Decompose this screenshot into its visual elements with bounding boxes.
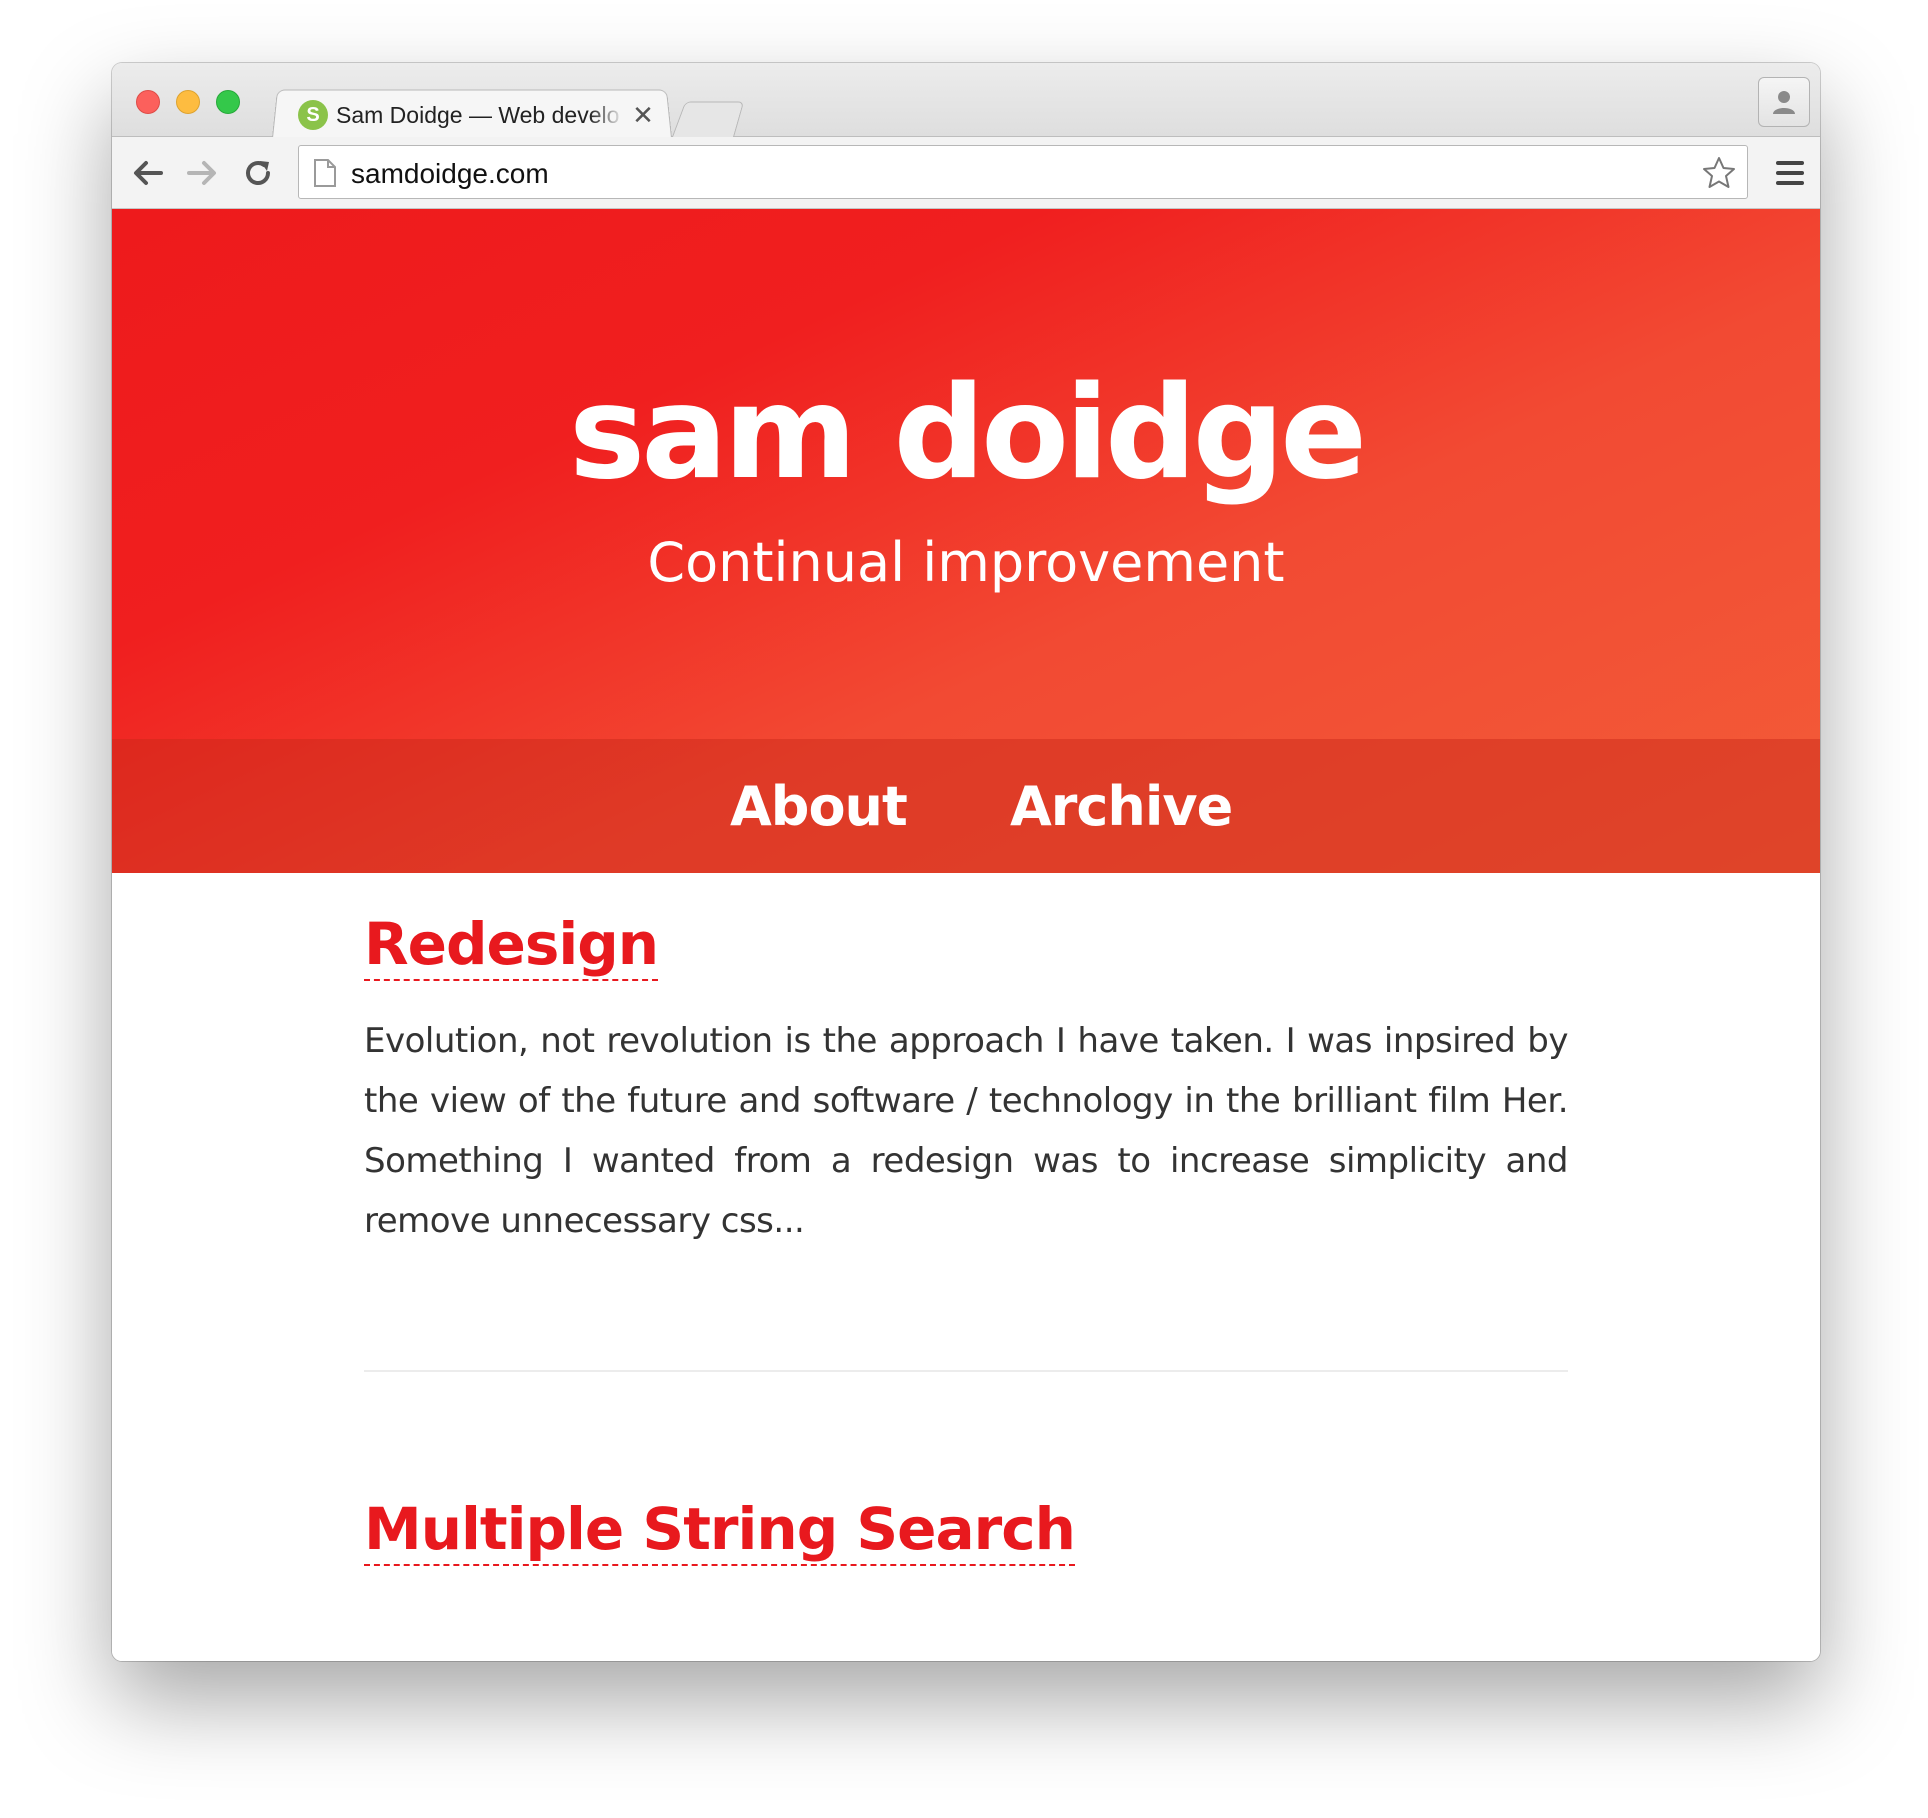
address-bar[interactable]: samdoidge.com — [298, 145, 1748, 199]
web-page: sam doidge Continual improvement About A… — [112, 209, 1820, 1661]
site-favicon-icon: S — [298, 100, 328, 130]
tab-close-icon[interactable]: ✕ — [630, 100, 656, 131]
nav-link-archive[interactable]: Archive — [1010, 775, 1233, 838]
nav-link-about[interactable]: About — [730, 775, 908, 838]
forward-arrow-icon — [187, 161, 216, 185]
back-arrow-icon — [134, 161, 163, 185]
address-bar-url[interactable]: samdoidge.com — [351, 158, 549, 190]
tab-strip: S Sam Doidge — Web develo ✕ — [112, 63, 1820, 138]
new-tab-button[interactable] — [672, 101, 745, 137]
browser-toolbar: samdoidge.com — [112, 137, 1820, 209]
reload-button[interactable] — [236, 151, 280, 195]
menu-icon[interactable] — [1774, 159, 1806, 187]
back-button[interactable] — [126, 151, 170, 195]
site-navbar: About Archive — [112, 739, 1820, 873]
site-header: sam doidge Continual improvement About A… — [112, 209, 1820, 873]
site-tagline: Continual improvement — [647, 531, 1285, 594]
site-title[interactable]: sam doidge — [112, 359, 1820, 508]
close-window-icon[interactable] — [136, 90, 160, 114]
browser-window: S Sam Doidge — Web develo ✕ samdoidge.co… — [112, 63, 1820, 1661]
bookmark-star-icon[interactable] — [1701, 155, 1737, 191]
post-title-link[interactable]: Multiple String Search — [364, 1497, 1076, 1566]
post-title-link[interactable]: Redesign — [364, 912, 659, 981]
forward-button[interactable] — [180, 151, 224, 195]
post-divider — [364, 1370, 1568, 1372]
profile-icon — [1773, 91, 1795, 114]
browser-tab-content[interactable]: S Sam Doidge — Web develo ✕ — [288, 95, 668, 135]
post-card: Multiple String Search — [364, 1497, 1568, 1566]
maximize-window-icon[interactable] — [216, 90, 240, 114]
minimize-window-icon[interactable] — [176, 90, 200, 114]
page-icon — [314, 159, 336, 187]
reload-icon — [246, 161, 270, 185]
post-excerpt: Evolution, not revolution is the approac… — [364, 1020, 1569, 1241]
tab-title: Sam Doidge — Web develo — [336, 101, 620, 128]
profile-button[interactable] — [1758, 77, 1810, 127]
post-card: Redesign Evolution, not revolution is th… — [364, 912, 1569, 1251]
